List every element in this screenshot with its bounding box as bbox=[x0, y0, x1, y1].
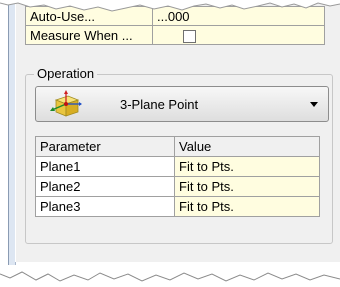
parameters-table: Parameter Value Plane1 Fit to Pts. Plane… bbox=[35, 136, 320, 217]
torn-edge-bottom bbox=[0, 271, 340, 287]
chevron-down-icon bbox=[310, 102, 318, 107]
operation-selected-label: 3-Plane Point bbox=[120, 97, 199, 112]
parameter-name: Plane1 bbox=[35, 156, 175, 177]
operation-dropdown[interactable]: 3-Plane Point bbox=[35, 86, 329, 122]
torn-edge-top bbox=[0, 0, 340, 12]
table-header-row: Parameter Value bbox=[35, 136, 320, 157]
parameter-value[interactable]: Fit to Pts. bbox=[174, 196, 320, 217]
property-value[interactable] bbox=[152, 25, 325, 45]
3-plane-point-icon bbox=[48, 90, 82, 118]
property-row[interactable]: Measure When ... bbox=[25, 25, 325, 45]
parameter-name: Plane2 bbox=[35, 176, 175, 197]
parameter-name: Plane3 bbox=[35, 196, 175, 217]
property-label: Measure When ... bbox=[25, 25, 153, 45]
measure-when-checkbox[interactable] bbox=[183, 29, 196, 43]
table-row[interactable]: Plane2 Fit to Pts. bbox=[35, 176, 320, 197]
parameter-value[interactable]: Fit to Pts. bbox=[174, 156, 320, 177]
column-header-value: Value bbox=[174, 136, 320, 157]
operation-group-label: Operation bbox=[34, 66, 98, 81]
table-row[interactable]: Plane3 Fit to Pts. bbox=[35, 196, 320, 217]
parameter-value[interactable]: Fit to Pts. bbox=[174, 176, 320, 197]
table-row[interactable]: Plane1 Fit to Pts. bbox=[35, 156, 320, 177]
column-header-parameter: Parameter bbox=[35, 136, 175, 157]
